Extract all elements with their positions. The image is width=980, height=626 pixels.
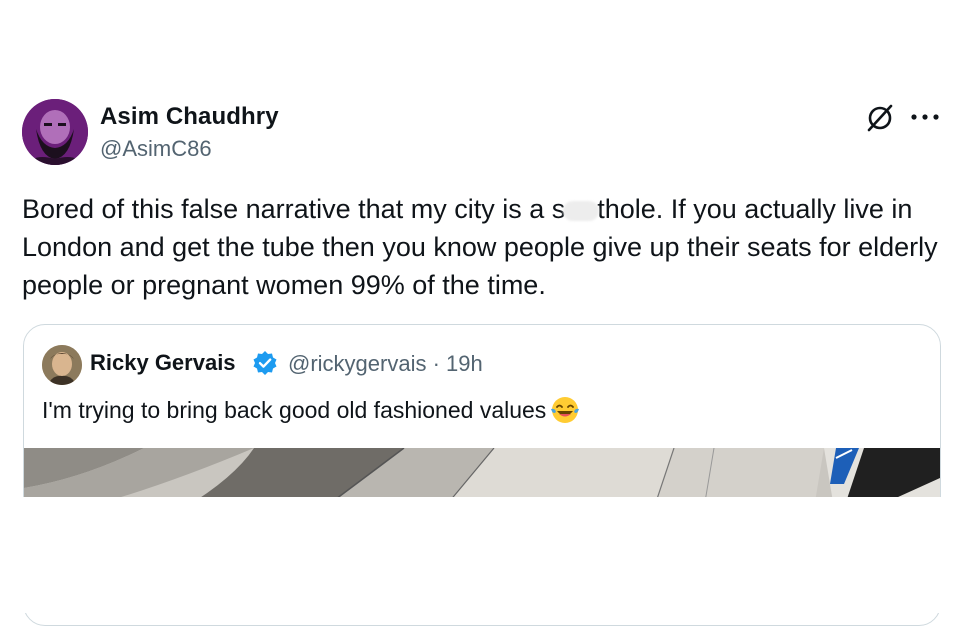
- quote-text-body: I'm trying to bring back good old fashio…: [42, 397, 547, 423]
- grok-icon[interactable]: [866, 104, 894, 132]
- quote-author-handle: @rickygervais: [288, 351, 427, 376]
- author-avatar[interactable]: [22, 99, 88, 165]
- tweet-text-part-1: Bored of this false narrative that my ci…: [22, 194, 566, 224]
- quote-text: I'm trying to bring back good old fashio…: [42, 395, 580, 425]
- author-name[interactable]: Asim Chaudhry: [100, 103, 279, 131]
- meta-separator: ·: [432, 351, 440, 376]
- quote-author-meta[interactable]: @rickygervais · 19h: [288, 351, 483, 377]
- redacted-word: [563, 200, 600, 221]
- quote-time: 19h: [446, 351, 483, 376]
- avatar-image: [22, 99, 88, 165]
- quote-author-name[interactable]: Ricky Gervais: [90, 350, 236, 376]
- quote-author-avatar[interactable]: [42, 345, 82, 385]
- more-options-icon[interactable]: [910, 113, 940, 121]
- author-handle[interactable]: @AsimC86: [100, 136, 212, 162]
- tweet: Asim Chaudhry @AsimC86 Bored of this fal…: [0, 0, 980, 626]
- quote-avatar-image: [42, 345, 82, 385]
- tweet-text: Bored of this false narrative that my ci…: [22, 190, 942, 304]
- page-background: [0, 497, 980, 613]
- laughing-tears-emoji-icon: [551, 397, 580, 423]
- verified-badge-icon: [253, 351, 277, 375]
